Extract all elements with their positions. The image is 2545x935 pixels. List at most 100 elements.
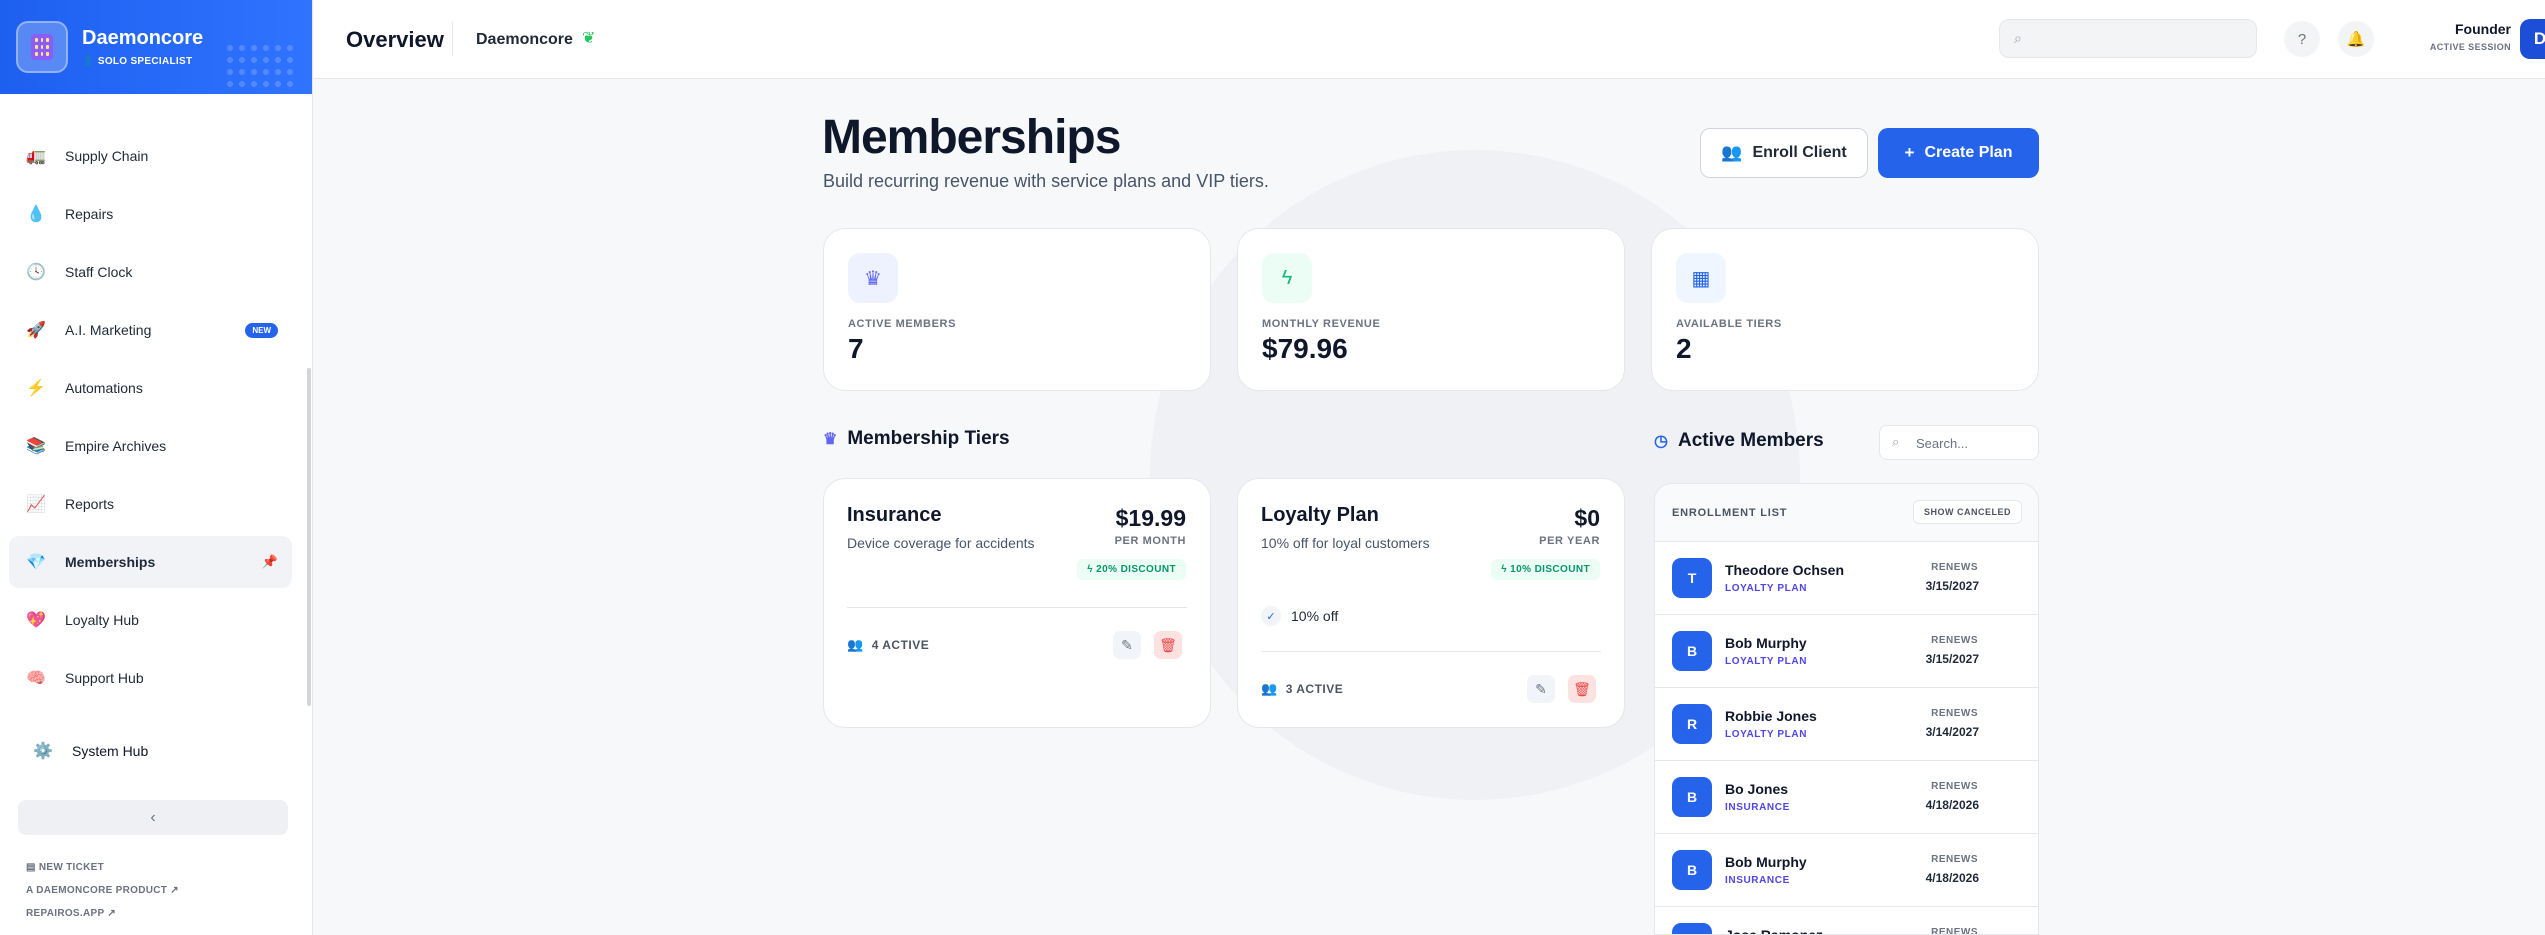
decorative-dots (224, 42, 294, 92)
renews-label: RENEWS (1931, 708, 1978, 719)
discount-badge: ϟ 10% DISCOUNT (1491, 559, 1600, 580)
users-icon: 👥 (1721, 143, 1743, 162)
enrollment-label: ENROLLMENT LIST (1672, 507, 1788, 519)
sidebar-item-empire-archives[interactable]: 📚 Empire Archives (9, 420, 292, 472)
bell-icon[interactable]: 🔔 (2338, 21, 2374, 57)
sidebar-item-label: Supply Chain (65, 148, 149, 164)
new-ticket-link[interactable]: ▤ NEW TICKET (26, 862, 104, 873)
tier-price: $0 (1574, 505, 1600, 531)
page-subtitle: Build recurring revenue with service pla… (823, 171, 1269, 191)
renew-date: 3/15/2027 (1925, 652, 1979, 666)
bolt-icon: ϟ (1262, 253, 1312, 303)
sidebar-item-staff-clock[interactable]: 🕓 Staff Clock (9, 246, 292, 298)
sidebar-item-memberships[interactable]: 💎 Memberships 📌 (9, 536, 292, 588)
workspace-name: Daemoncore (476, 31, 573, 48)
divider (847, 607, 1187, 608)
member-name: Bob Murphy (1725, 635, 1807, 651)
chart-icon: 📈 (26, 496, 46, 513)
tiers-section-title: ♛ Membership Tiers (823, 428, 1010, 450)
renews-label: RENEWS (1931, 562, 1978, 573)
delete-tier-button[interactable]: 🗑 (1154, 631, 1182, 659)
leaf-icon: ❦ (582, 30, 596, 47)
sidebar-item-label: Repairs (65, 206, 114, 222)
member-avatar: B (1672, 850, 1712, 890)
brand-role: 👤 SOLO SPECIALIST (82, 56, 193, 67)
renews-label: RENEWS (1931, 635, 1978, 646)
sidebar-scrollbar[interactable] (307, 368, 311, 706)
gem-icon: 💎 (26, 554, 46, 571)
sidebar-item-loyalty-hub[interactable]: 💖 Loyalty Hub (9, 594, 292, 646)
tier-period: PER MONTH (1114, 535, 1186, 547)
sidebar-nav: 🚛 Supply Chain 💧 Repairs 🕓 Staff Clock 🚀 A.I. M… (9, 130, 292, 710)
brand-header[interactable]: Daemoncore 👤 SOLO SPECIALIST (0, 0, 312, 94)
clock-icon: ◷ (1654, 433, 1668, 450)
member-row[interactable]: B Bob Murphy LOYALTY PLAN RENEWS 3/15/20… (1655, 615, 2038, 688)
avatar[interactable]: D (2520, 19, 2545, 59)
member-plan: INSURANCE (1725, 802, 1790, 813)
member-row[interactable]: T Theodore Ochsen LOYALTY PLAN RENEWS 3/… (1655, 542, 2038, 615)
brand-name: Daemoncore (82, 27, 204, 49)
edit-tier-button[interactable]: ✎ (1113, 631, 1141, 659)
renew-date: 4/18/2026 (1925, 798, 1979, 812)
sidebar-item-support-hub[interactable]: 🧠 Support Hub (9, 652, 292, 704)
rocket-icon: 🚀 (26, 322, 46, 339)
chevron-left-icon: ‹ (150, 808, 156, 826)
sidebar-item-repairs[interactable]: 💧 Repairs (9, 188, 292, 240)
global-search-input[interactable]: ⌕ (1999, 19, 2257, 58)
tier-active-count: 👥 3 ACTIVE (1261, 681, 1344, 696)
sidebar-item-label: Automations (65, 380, 143, 396)
tier-card-loyalty-plan: Loyalty Plan 10% off for loyal customers… (1237, 478, 1625, 728)
member-plan: LOYALTY PLAN (1725, 729, 1808, 740)
tier-feature: ✓ 10% off (1261, 606, 1338, 626)
renews-label: RENEWS (1931, 927, 1978, 935)
edit-tier-button[interactable]: ✎ (1527, 675, 1555, 703)
show-canceled-button[interactable]: SHOW CANCELED (1913, 500, 2022, 524)
enroll-label: Enroll Client (1752, 144, 1847, 161)
sidebar-item-system-hub[interactable]: ⚙️ System Hub (18, 740, 148, 762)
divider (452, 22, 453, 56)
member-plan: LOYALTY PLAN (1725, 656, 1808, 667)
member-row[interactable]: J Jose Ramonez RENEWS (1655, 907, 2038, 935)
search-icon: ⌕ (2014, 30, 2022, 46)
renews-label: RENEWS (1931, 781, 1978, 792)
new-badge: NEW (245, 322, 278, 338)
sidebar-item-a-i-marketing[interactable]: 🚀 A.I. Marketing NEW (9, 304, 292, 356)
member-row[interactable]: B Bob Murphy INSURANCE RENEWS 4/18/2026 (1655, 834, 2038, 907)
page-section-title: Overview (346, 27, 444, 52)
search-placeholder: Search... (1916, 436, 1969, 451)
sidebar-item-label: A.I. Marketing (65, 322, 152, 338)
sidebar-item-label: Reports (65, 496, 115, 512)
site-link[interactable]: REPAIROS.APP ↗ (26, 908, 116, 919)
stat-value: 7 (848, 333, 864, 364)
stat-label: MONTHLY REVENUE (1262, 318, 1381, 330)
enroll-client-button[interactable]: 👥 Enroll Client (1700, 128, 1868, 178)
member-row[interactable]: R Robbie Jones LOYALTY PLAN RENEWS 3/14/… (1655, 688, 2038, 761)
books-icon: 📚 (26, 438, 46, 455)
sidebar-item-supply-chain[interactable]: 🚛 Supply Chain (9, 130, 292, 182)
create-plan-button[interactable]: + Create Plan (1878, 128, 2039, 178)
stat-value: 2 (1676, 333, 1692, 364)
tier-name: Insurance (847, 504, 942, 526)
sidebar-item-reports[interactable]: 📈 Reports (9, 478, 292, 530)
users-icon: 👥 (847, 637, 864, 652)
bolt-icon: ⚡ (26, 380, 46, 397)
search-icon: ⌕ (1892, 434, 1900, 449)
tier-description: 10% off for loyal customers (1261, 535, 1430, 551)
sidebar-item-automations[interactable]: ⚡ Automations (9, 362, 292, 414)
clock-icon: 🕓 (26, 264, 46, 281)
droplet-icon: 💧 (26, 206, 46, 223)
sidebar: Daemoncore 👤 SOLO SPECIALIST 🚛 Supply Cha… (0, 0, 313, 935)
member-avatar: J (1672, 923, 1712, 934)
members-search-input[interactable]: ⌕ Search... (1879, 425, 2039, 460)
pin-icon[interactable]: 📌 (262, 554, 278, 570)
member-row[interactable]: B Bo Jones INSURANCE RENEWS 4/18/2026 (1655, 761, 2038, 834)
member-avatar: R (1672, 704, 1712, 744)
collapse-sidebar-button[interactable]: ‹ (18, 800, 288, 835)
delete-tier-button[interactable]: 🗑 (1568, 675, 1596, 703)
discount-badge: ϟ 20% DISCOUNT (1077, 559, 1186, 580)
help-icon[interactable]: ? (2284, 21, 2320, 57)
member-avatar: T (1672, 558, 1712, 598)
product-link[interactable]: A DAEMONCORE PRODUCT ↗ (26, 885, 179, 896)
crown-icon: ♛ (848, 253, 898, 303)
member-avatar: B (1672, 777, 1712, 817)
